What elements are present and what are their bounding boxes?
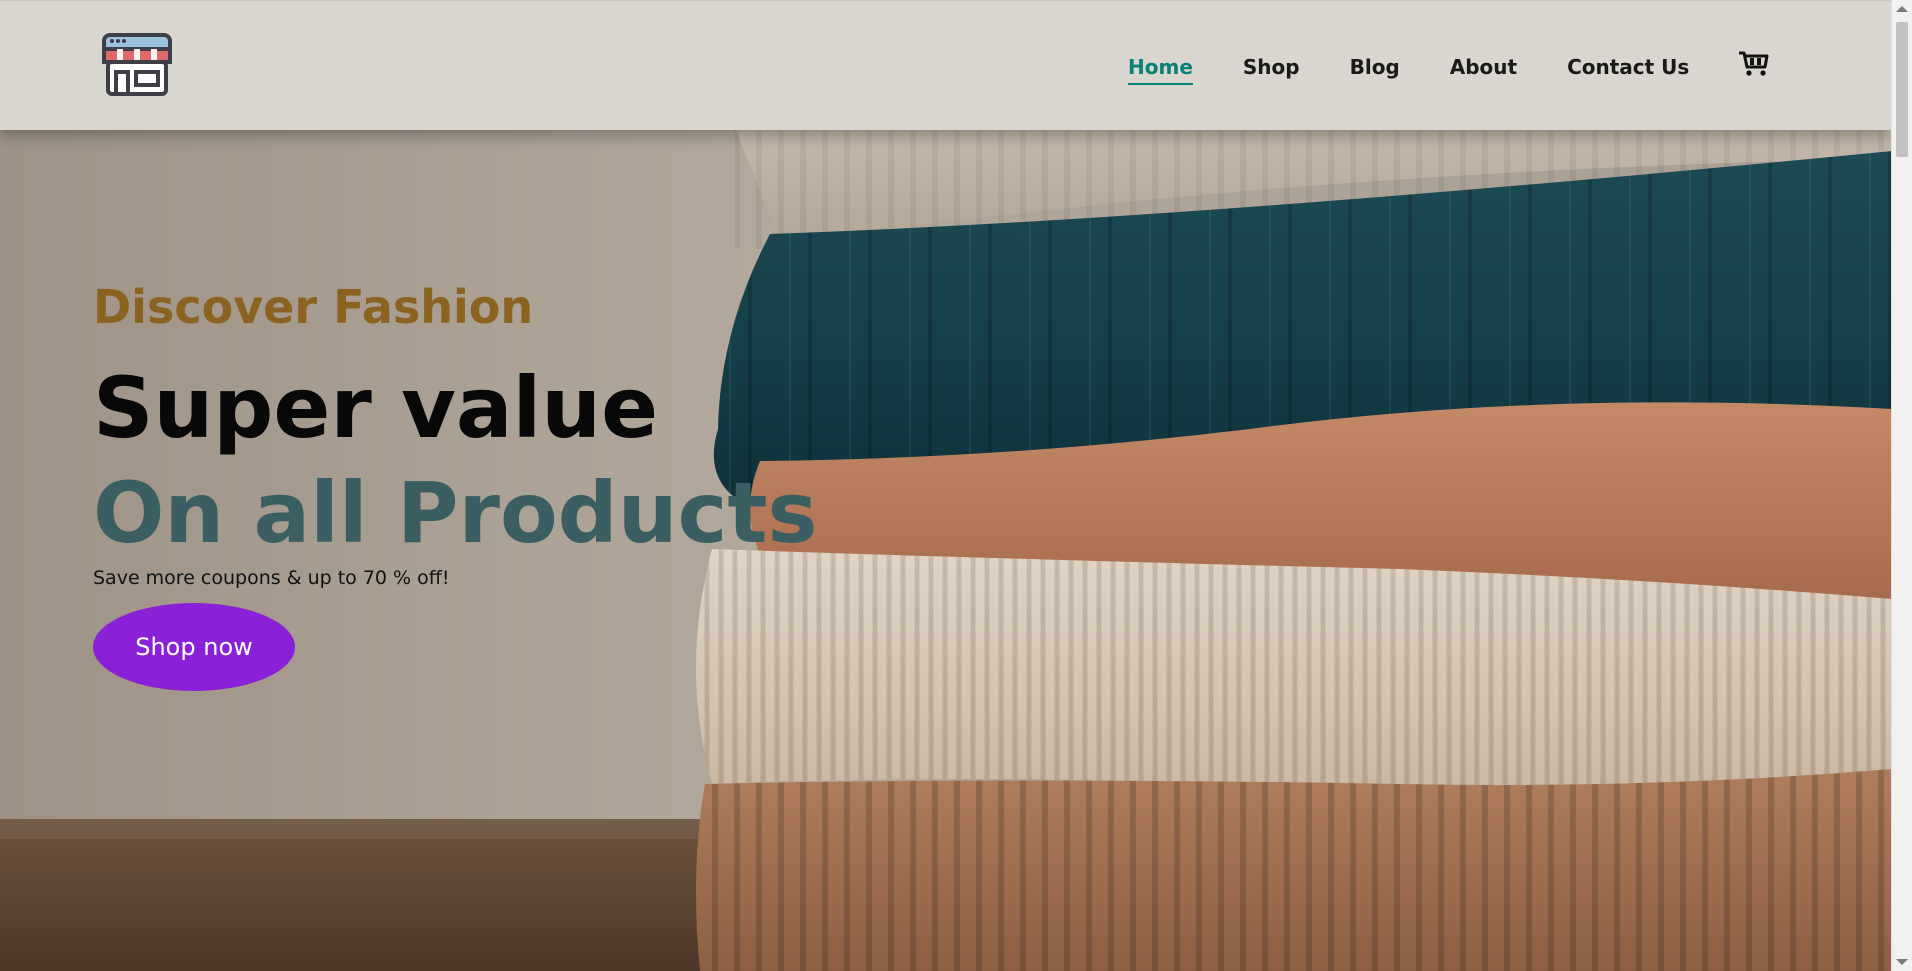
nav-contact-us[interactable]: Contact Us [1567,55,1689,85]
nav-shop[interactable]: Shop [1243,55,1300,85]
site-header: Home Shop Blog About Contact Us [0,0,1892,130]
shop-now-button[interactable]: Shop now [93,603,295,691]
scroll-down-arrow-icon[interactable] [1896,959,1908,965]
main-nav: Home Shop Blog About Contact Us [1100,51,1769,88]
storefront-logo-icon[interactable] [98,32,176,98]
hero-subtext: Save more coupons & up to 70 % off! [93,567,450,589]
page: Home Shop Blog About Contact Us Discover… [0,0,1912,971]
scroll-up-arrow-icon[interactable] [1896,6,1908,12]
nav-blog[interactable]: Blog [1350,55,1400,85]
shopping-cart-icon[interactable] [1738,51,1769,88]
nav-about[interactable]: About [1450,55,1517,85]
hero-headline-accent: On all Products [93,464,818,562]
hero-headline: Super value [93,359,659,457]
hero-eyebrow: Discover Fashion [93,280,534,334]
page-scrollbar[interactable] [1891,0,1912,971]
nav-home[interactable]: Home [1128,55,1193,85]
scrollbar-thumb[interactable] [1896,22,1908,157]
hero-section: Discover Fashion Super value On all Prod… [0,129,1892,971]
